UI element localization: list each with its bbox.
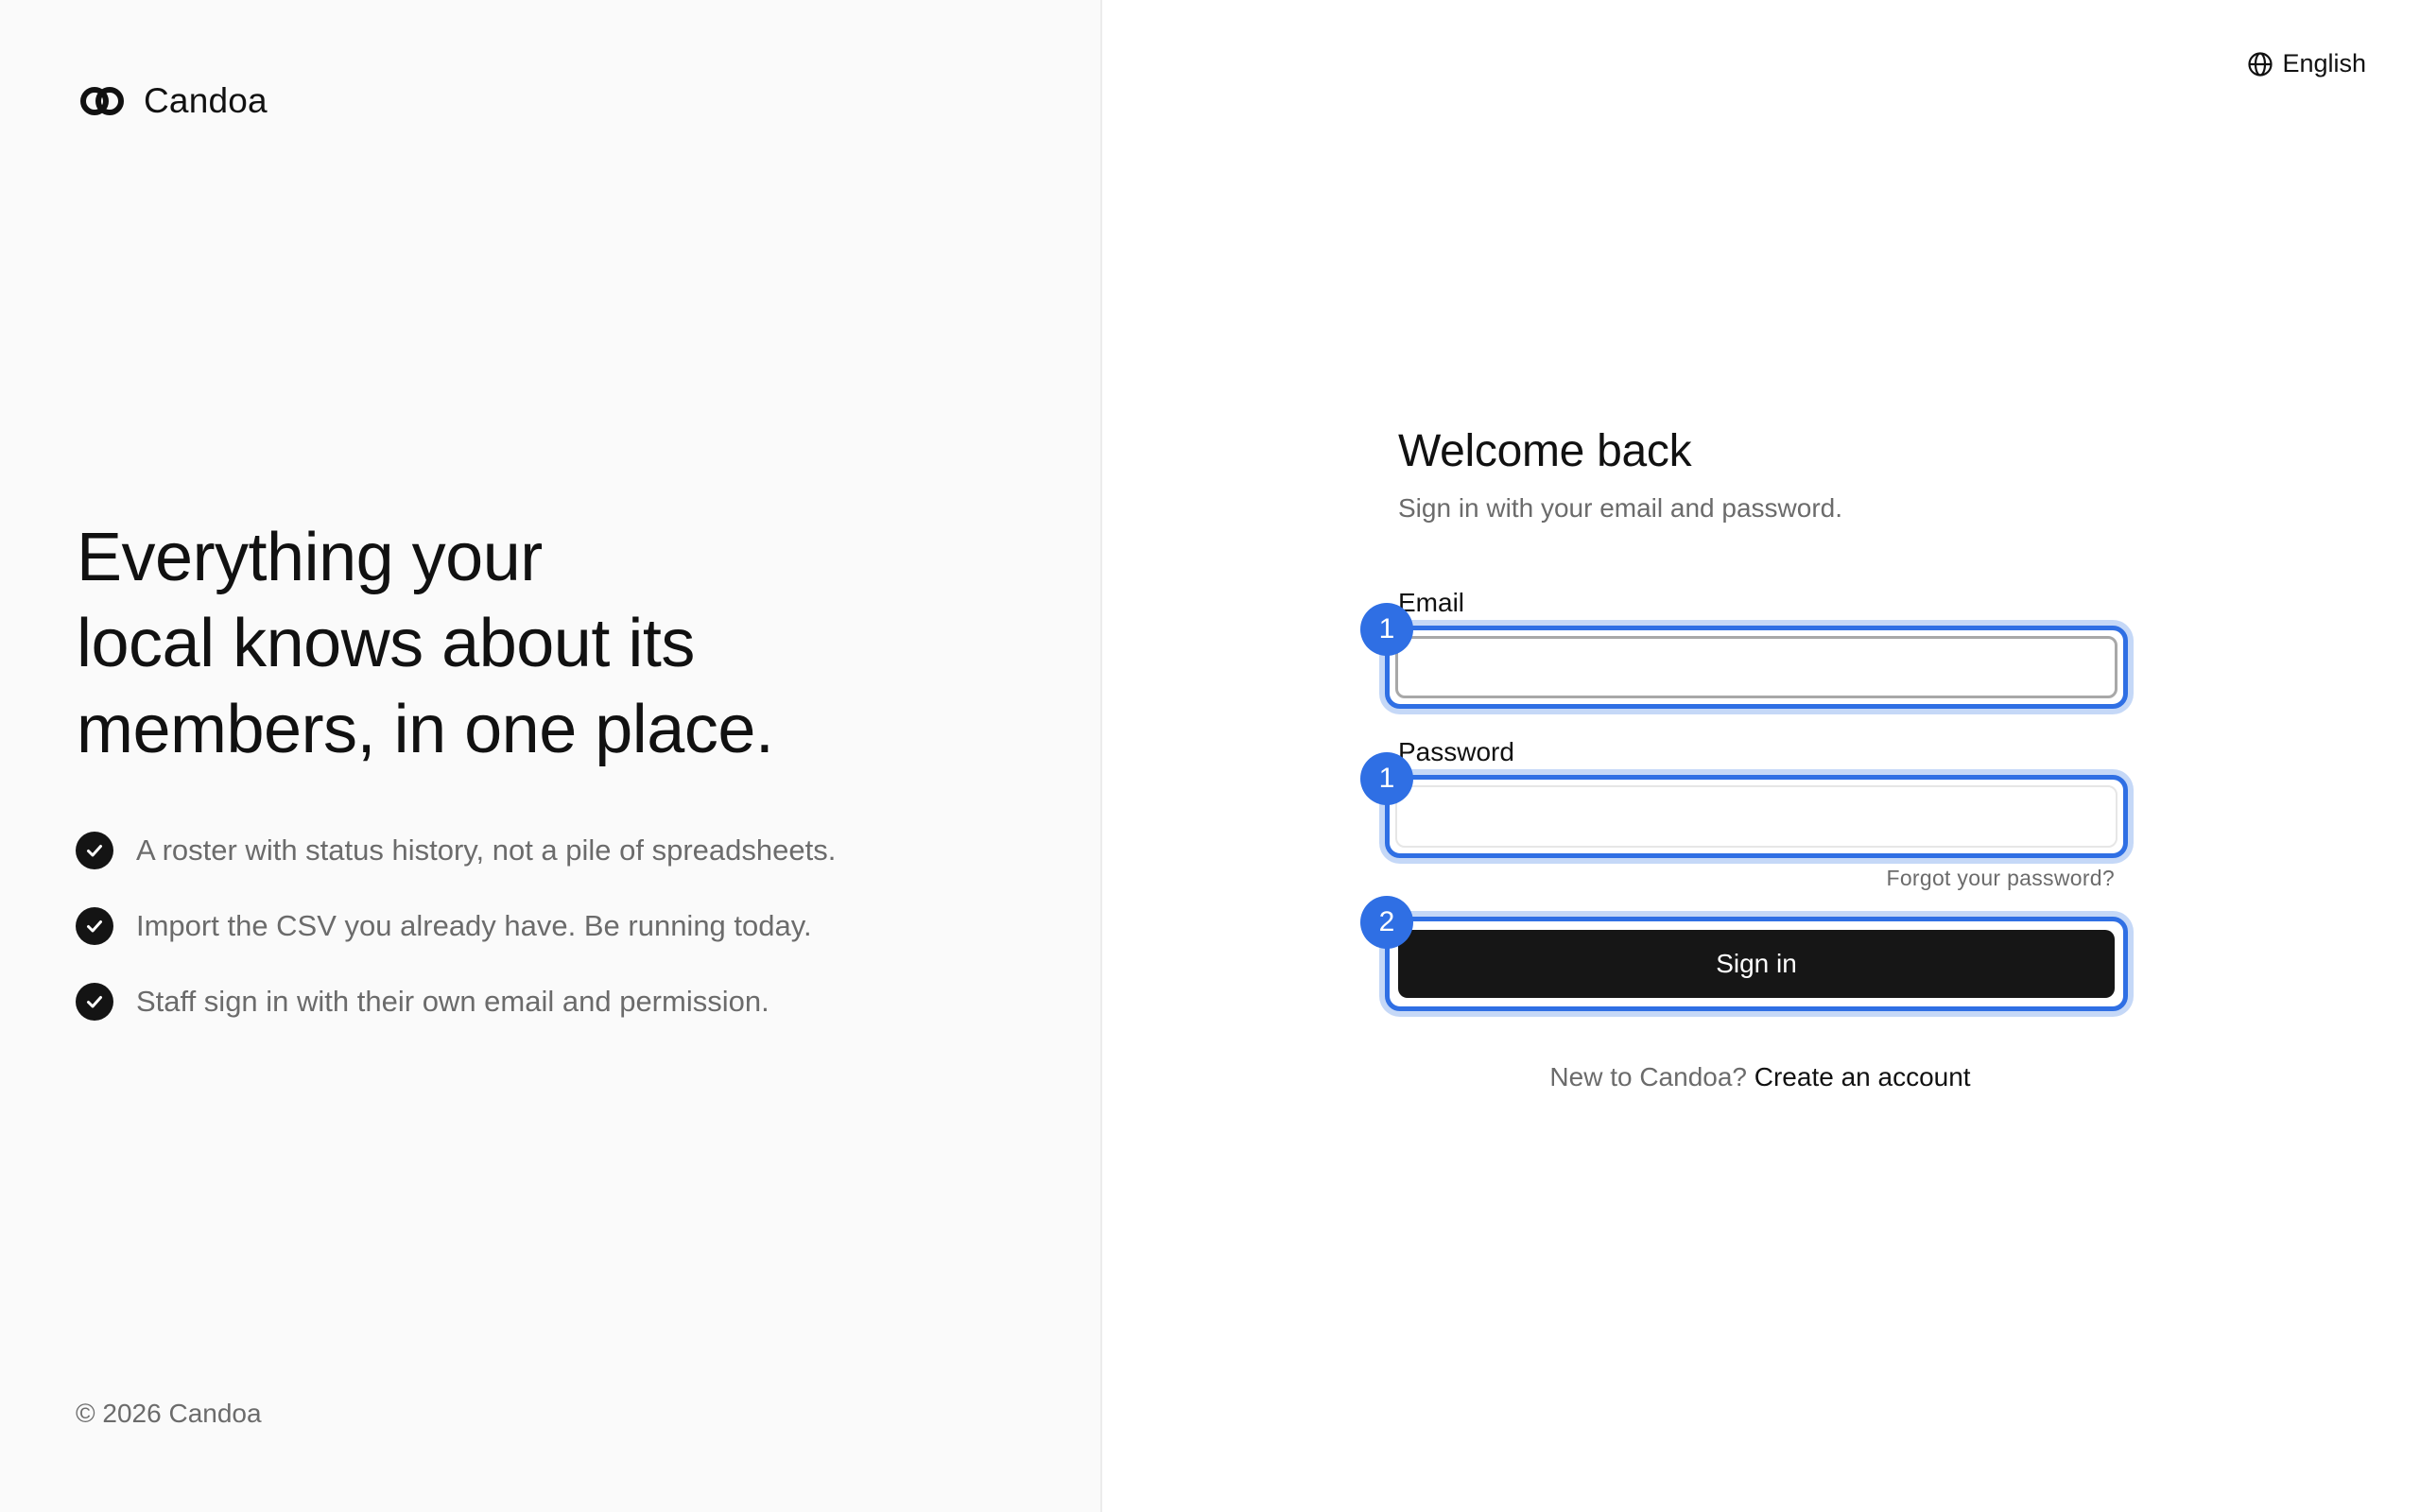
signup-prompt: New to Candoa? Create an account — [1398, 1062, 2122, 1092]
hero-headline-line: Everything your — [77, 520, 543, 595]
language-selector[interactable]: English — [2246, 49, 2366, 78]
signin-form: Welcome back Sign in with your email and… — [1360, 423, 2128, 1091]
email-field[interactable] — [1395, 636, 2118, 698]
feature-text: A roster with status history, not a pile… — [136, 833, 837, 867]
login-page: Candoa Everything your local knows about… — [0, 0, 2420, 1512]
signup-prompt-text: New to Candoa? — [1549, 1062, 1747, 1091]
feature-item: Import the CSV you already have. Be runn… — [76, 907, 836, 945]
create-account-link[interactable]: Create an account — [1754, 1062, 1971, 1091]
check-circle-icon — [76, 832, 113, 869]
password-label: Password — [1398, 737, 1514, 766]
feature-item: A roster with status history, not a pile… — [76, 832, 836, 869]
feature-item: Staff sign in with their own email and p… — [76, 983, 836, 1021]
brand[interactable]: Candoa — [79, 81, 268, 121]
annotation-badge: 2 — [1360, 896, 1413, 949]
annotation-badge: 1 — [1360, 752, 1413, 805]
feature-list: A roster with status history, not a pile… — [76, 832, 836, 1058]
copyright: © 2026 Candoa — [76, 1399, 262, 1428]
feature-text: Import the CSV you already have. Be runn… — [136, 909, 812, 942]
password-field[interactable] — [1395, 785, 2118, 848]
feature-text: Staff sign in with their own email and p… — [136, 985, 769, 1018]
hero-headline-line: members, in one place. — [77, 692, 774, 767]
hero-headline-line: local knows about its — [77, 606, 695, 681]
form-subtitle: Sign in with your email and password. — [1398, 493, 1843, 523]
form-title: Welcome back — [1398, 426, 1692, 476]
globe-icon — [2248, 51, 2273, 77]
signin-button-focus-ring: Sign in — [1385, 917, 2128, 1011]
candoa-logo-icon — [80, 87, 124, 115]
hero-headline: Everything your local knows about its me… — [77, 515, 927, 773]
language-label: English — [2282, 49, 2366, 77]
signin-button[interactable]: Sign in — [1398, 930, 2115, 998]
password-field-focus-ring — [1385, 775, 2128, 858]
annotation-badge: 1 — [1360, 603, 1413, 656]
brand-name: Candoa — [144, 81, 268, 120]
forgot-password-link[interactable]: Forgot your password? — [1886, 866, 2115, 891]
email-field-focus-ring — [1385, 626, 2128, 709]
check-circle-icon — [76, 907, 113, 945]
marketing-panel: Candoa Everything your local knows about… — [0, 0, 1102, 1512]
signin-panel: English Welcome back Sign in with your e… — [1102, 0, 2420, 1512]
check-circle-icon — [76, 983, 113, 1021]
